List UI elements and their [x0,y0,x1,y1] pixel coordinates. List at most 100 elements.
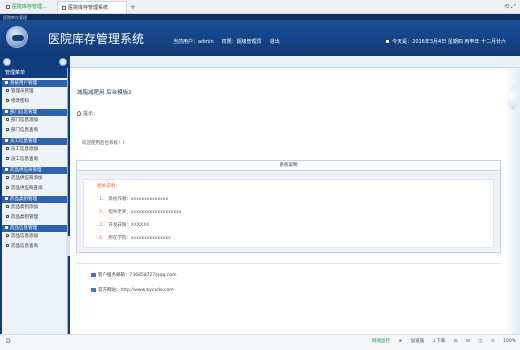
page-icon [6,128,9,131]
status-icon[interactable]: ⊡ [454,339,458,344]
description-line: 4、 所在学院：xxxxxxxxxxxxxxx [99,235,171,241]
sidebar-top [0,56,70,68]
sidebar-toggle[interactable] [66,236,70,256]
status-icon[interactable]: ⊙ [491,339,495,344]
current-date: 今天是：2016年3月4日 星期四 丙申年 十二月廿六 [386,38,506,45]
line-text: 开发日期：XXXXXX [108,223,150,228]
page-icon [6,234,9,237]
item-label: 管理员管理 [11,89,34,94]
sidebar-group-categories[interactable]: 药品类别管理 [2,196,67,203]
item-label: 药品信息查询 [11,244,38,249]
page-icon [6,118,9,121]
group-label: 员工信息管理 [10,139,37,144]
expand-icon [5,168,8,171]
sidebar-item[interactable]: 药品信息查询 [2,242,67,252]
menu-title: 管理菜单 [2,68,67,78]
zoom-level[interactable]: 100% [503,339,516,344]
tab-2[interactable]: 医院库存管理系统 [57,1,127,13]
line-text: 所在学院：xxxxxxxxxxxxxxx [108,236,171,241]
line-text: 指导老师：xxxxxxxxxxxxxxxxxxx [108,210,182,215]
tab-1[interactable]: 医院库存管理... [2,1,56,13]
page-icon [6,176,9,179]
page-icon [6,186,9,189]
current-user: 当前用户：admin [173,39,214,45]
item-label: 部门信息查询 [11,128,38,133]
new-tab-button[interactable]: + [130,2,136,12]
browser-tab-bar: 医院库存管理... 医院库存管理系统 + ⟲ ⤢ [0,0,520,14]
tab-label: 医院库存管理系统 [68,5,109,11]
page-icon [6,89,9,92]
line-number: 4、 [99,236,107,241]
expand-icon [5,110,8,113]
expand-icon [5,81,8,84]
status-left: D [6,338,11,345]
sidebar-group-staff[interactable]: 员工信息管理 [2,138,67,145]
sidebar-item[interactable]: 部门信息添加 [2,116,67,126]
user-info: 当前用户：admin 权限：超级管理员 退出 [173,38,288,45]
item-label: 部门信息添加 [11,118,38,123]
pin-icon [59,58,67,66]
sidebar-item[interactable]: 员工信息查询 [2,155,67,165]
panel-title: 系统说明 [77,161,500,171]
status-icon[interactable]: ⊟ [466,339,470,344]
group-label: 系统用户管理 [10,81,37,86]
content-top-bar [70,56,520,68]
item-label: 药品信息添加 [11,234,38,239]
page-icon [6,4,10,9]
logo-icon [6,26,28,48]
contact-website: 官方网站：http://www.bycxde.com [91,287,174,293]
sidebar-group-suppliers[interactable]: 药品供应商管理 [2,167,67,174]
sidebar-item[interactable]: 药品供应商添加 [2,174,67,184]
description-line: 1、 系统作者：xxxxxxxxxxxxxx [99,196,168,202]
contact-website-text[interactable]: 官方网站：http://www.bycxde.com [98,288,174,293]
app-header: 医院库存管理系统 当前用户：admin 权限：超级管理员 退出 今天是：2016年3… [0,21,520,56]
page-icon [6,147,9,150]
system-info-panel: 系统说明 相关说明： 1、 系统作者：xxxxxxxxxxxxxx 2、 指导老师：… [76,160,501,253]
system-strip: 医院库存管理 [0,14,520,21]
group-label: 药品类别管理 [10,197,37,202]
line-number: 3、 [99,223,107,228]
logout-link[interactable]: 退出 [270,39,280,45]
page-icon [6,215,9,218]
sidebar-item[interactable]: 药品类别管理 [2,213,67,223]
sidebar-group-drugs[interactable]: 药品信息管理 [2,225,67,232]
item-label: 药品供应商查询 [11,186,43,191]
breadcrumb: 减脂减肥用 后台模板2 [77,90,132,96]
system-label: 医院库存管理 [3,15,27,20]
network-monitor[interactable]: 网速监控 [372,339,390,344]
lightbulb-icon [77,111,81,116]
sidebar-group-departments[interactable]: 部门信息管理 [2,109,67,116]
mail-icon [91,272,96,277]
item-label: 药品类别管理 [11,215,38,220]
sidebar-item[interactable]: 修改密码 [2,97,67,107]
description-title: 相关说明： [97,184,120,189]
globe-icon [91,287,96,292]
item-label: 修改密码 [11,99,29,104]
status-icon[interactable]: ◫ [478,339,482,344]
download[interactable]: ↓下载 [433,339,446,344]
sidebar-item[interactable]: 部门信息查询 [2,126,67,136]
sidebar-frame: 管理菜单 系统用户管理 管理员管理 修改密码 部门信息管理 部门信息添加 部门信… [0,56,70,334]
expand-icon [5,139,8,142]
sidebar-group-users[interactable]: 系统用户管理 [2,80,67,87]
expand-icon [5,226,8,229]
page-icon [62,5,66,10]
panel-body: 相关说明： 1、 系统作者：xxxxxxxxxxxxxx 2、 指导老师：xxxxx… [83,179,494,248]
sidebar-item[interactable]: 药品类别添加 [2,203,67,213]
group-label: 药品信息管理 [10,226,37,231]
sidebar: 管理菜单 系统用户管理 管理员管理 修改密码 部门信息管理 部门信息添加 部门信… [2,68,68,334]
accelerator[interactable]: 加速器 [411,339,425,344]
group-label: 部门信息管理 [10,110,37,115]
sidebar-item[interactable]: 药品供应商查询 [2,184,67,194]
divider [76,263,501,264]
status-icon[interactable]: ⊕ [398,339,402,344]
line-number: 2、 [99,210,107,215]
pin-icon [3,58,11,66]
group-label: 药品供应商管理 [10,168,42,173]
sidebar-item[interactable]: 药品信息添加 [2,232,67,242]
sidebar-item[interactable]: 员工信息添加 [2,145,67,155]
decorative-orb [508,86,518,110]
sidebar-item[interactable]: 管理员管理 [2,87,67,97]
window-controls[interactable]: ⟲ ⤢ [504,2,516,12]
description-line: 3、 开发日期：XXXXXX [99,222,149,228]
